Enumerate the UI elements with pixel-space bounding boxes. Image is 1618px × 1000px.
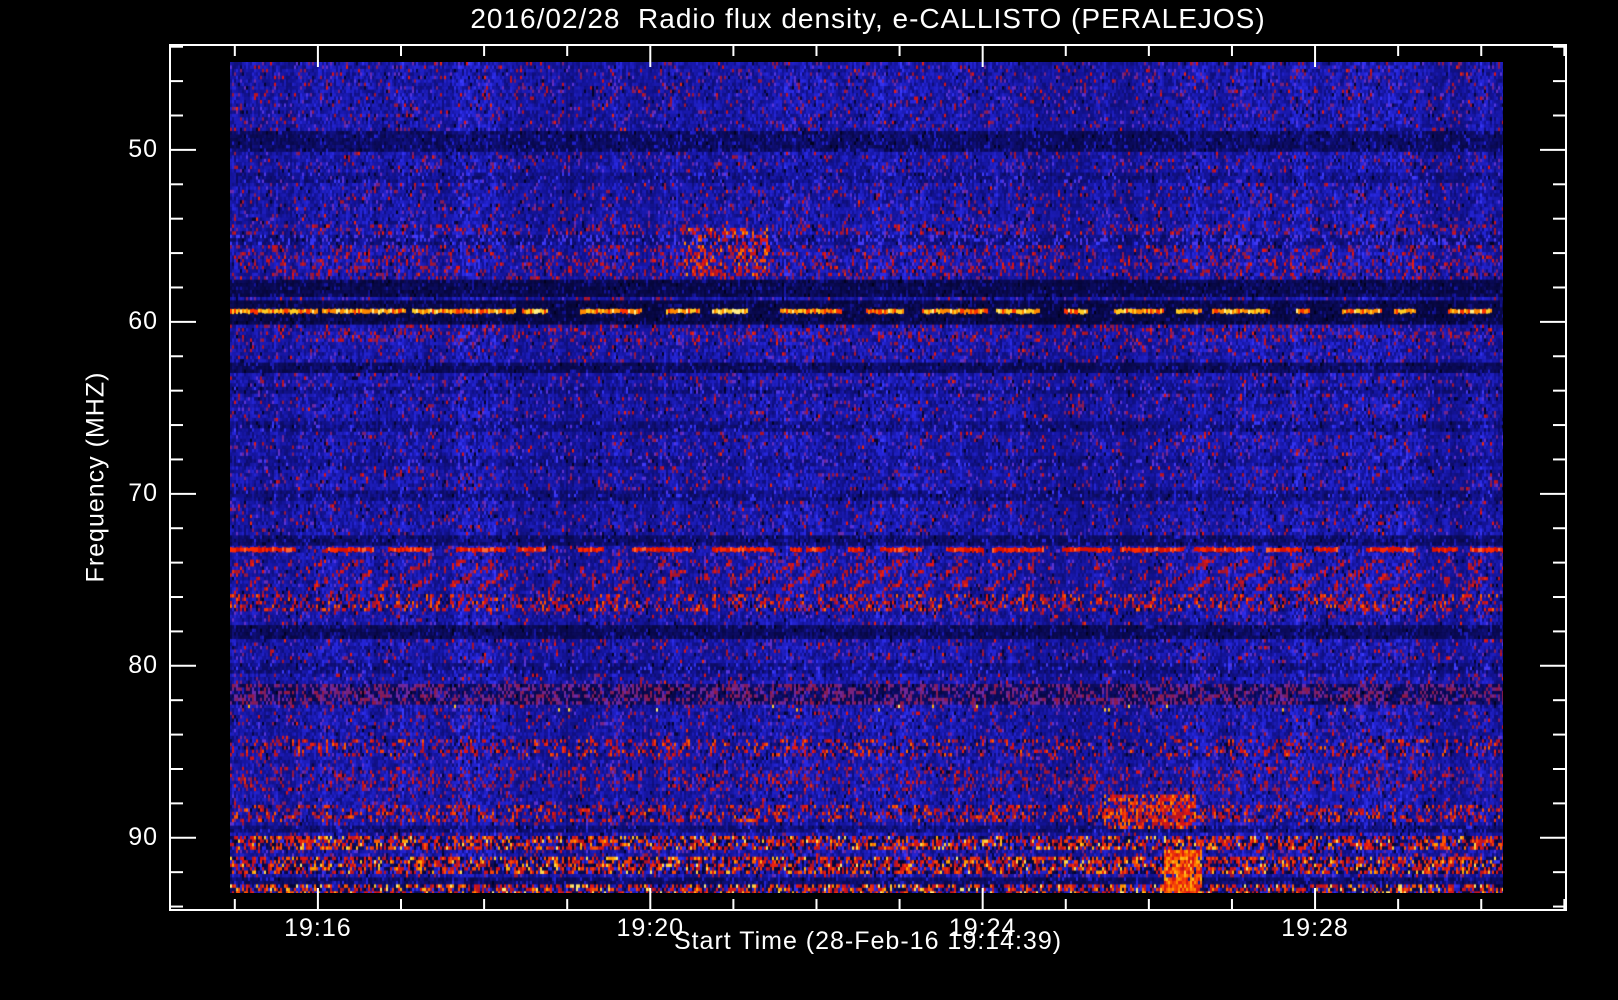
- callisto-spectrogram-page: 2016/02/28 Radio flux density, e-CALLIST…: [0, 0, 1618, 1000]
- y-tick-label: 70: [128, 478, 158, 507]
- axes-frame: [169, 44, 1567, 911]
- x-axis-title: Start Time (28-Feb-16 19:14:39): [673, 927, 1063, 955]
- y-tick-label: 90: [128, 822, 158, 851]
- y-tick-label: 50: [128, 134, 158, 163]
- plot-frame: [169, 44, 1567, 911]
- y-tick-label: 60: [128, 306, 158, 335]
- y-tick-label: 80: [128, 650, 158, 679]
